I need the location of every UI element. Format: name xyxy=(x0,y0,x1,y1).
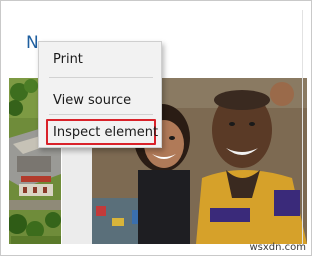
watermark-text: wsxdn.com xyxy=(249,242,306,253)
context-menu: Print View source Inspect element xyxy=(38,41,162,148)
page-heading: N xyxy=(26,33,39,53)
menu-item-view-source[interactable]: View source xyxy=(39,89,161,113)
menu-item-inspect-element[interactable]: Inspect element xyxy=(39,121,161,145)
menu-item-print[interactable]: Print xyxy=(39,48,161,72)
menu-separator xyxy=(49,77,153,78)
menu-separator xyxy=(49,114,153,115)
page-scrollbar[interactable] xyxy=(302,10,303,246)
